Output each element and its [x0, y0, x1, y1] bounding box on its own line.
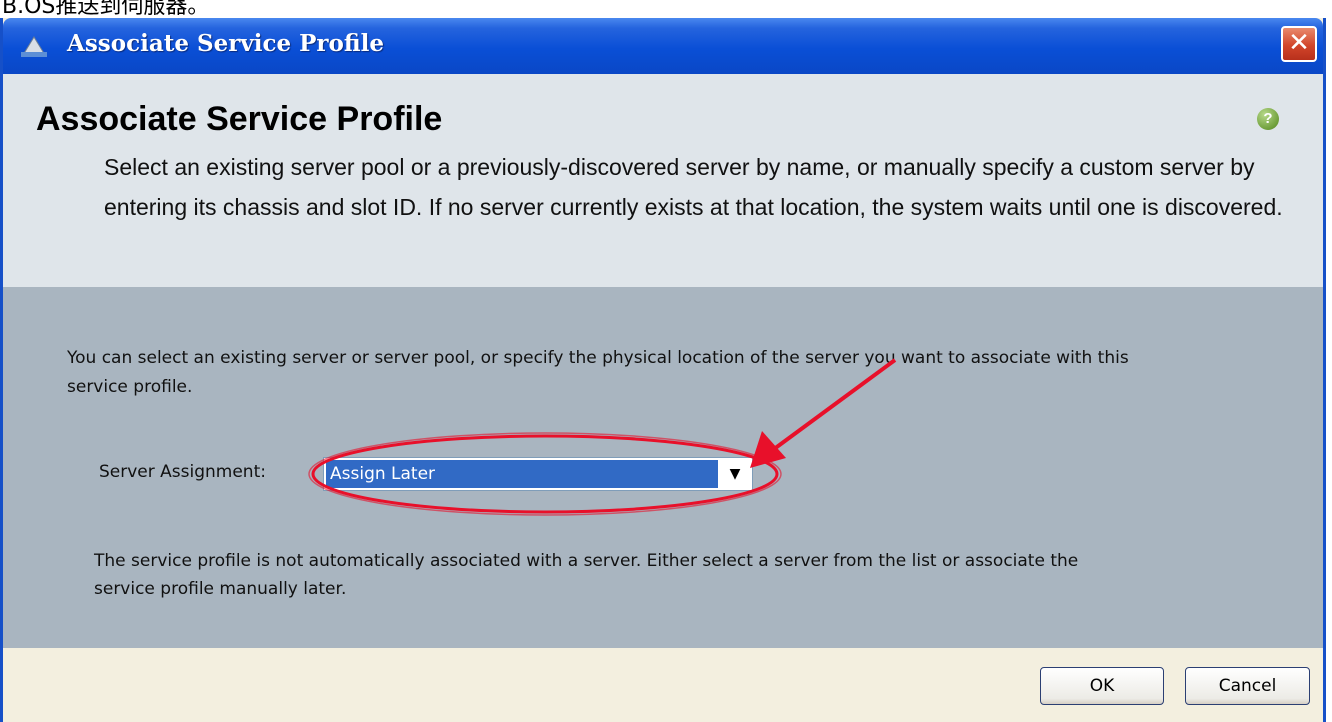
ucs-manager-icon	[21, 36, 47, 57]
title-bar[interactable]: Associate Service Profile ✕	[3, 18, 1323, 74]
dialog-body: You can select an existing server or ser…	[3, 287, 1323, 648]
dialog-footer: OK Cancel	[3, 648, 1323, 722]
ok-button[interactable]: OK	[1040, 667, 1164, 705]
server-assignment-select[interactable]: Assign Later ▼	[323, 457, 753, 491]
assignment-note: The service profile is not automatically…	[94, 551, 1079, 599]
page-title: Associate Service Profile	[36, 100, 443, 138]
chevron-down-icon[interactable]: ▼	[720, 460, 750, 488]
dialog-window: Associate Service Profile ✕ Associate Se…	[0, 18, 1326, 722]
server-assignment-label: Server Assignment:	[99, 462, 266, 482]
server-assignment-value[interactable]: Assign Later	[326, 460, 718, 488]
help-icon[interactable]: ?	[1257, 108, 1279, 130]
page-caption: B.OS推送到伺服器。	[2, 0, 210, 19]
header-description: Select an existing server pool or a prev…	[104, 154, 1283, 220]
close-button[interactable]: ✕	[1281, 26, 1317, 62]
dialog-header: Associate Service Profile ? Select an ex…	[3, 74, 1323, 287]
window-title: Associate Service Profile	[67, 30, 384, 57]
intro-text: You can select an existing server or ser…	[67, 348, 1129, 397]
cancel-button[interactable]: Cancel	[1185, 667, 1310, 705]
